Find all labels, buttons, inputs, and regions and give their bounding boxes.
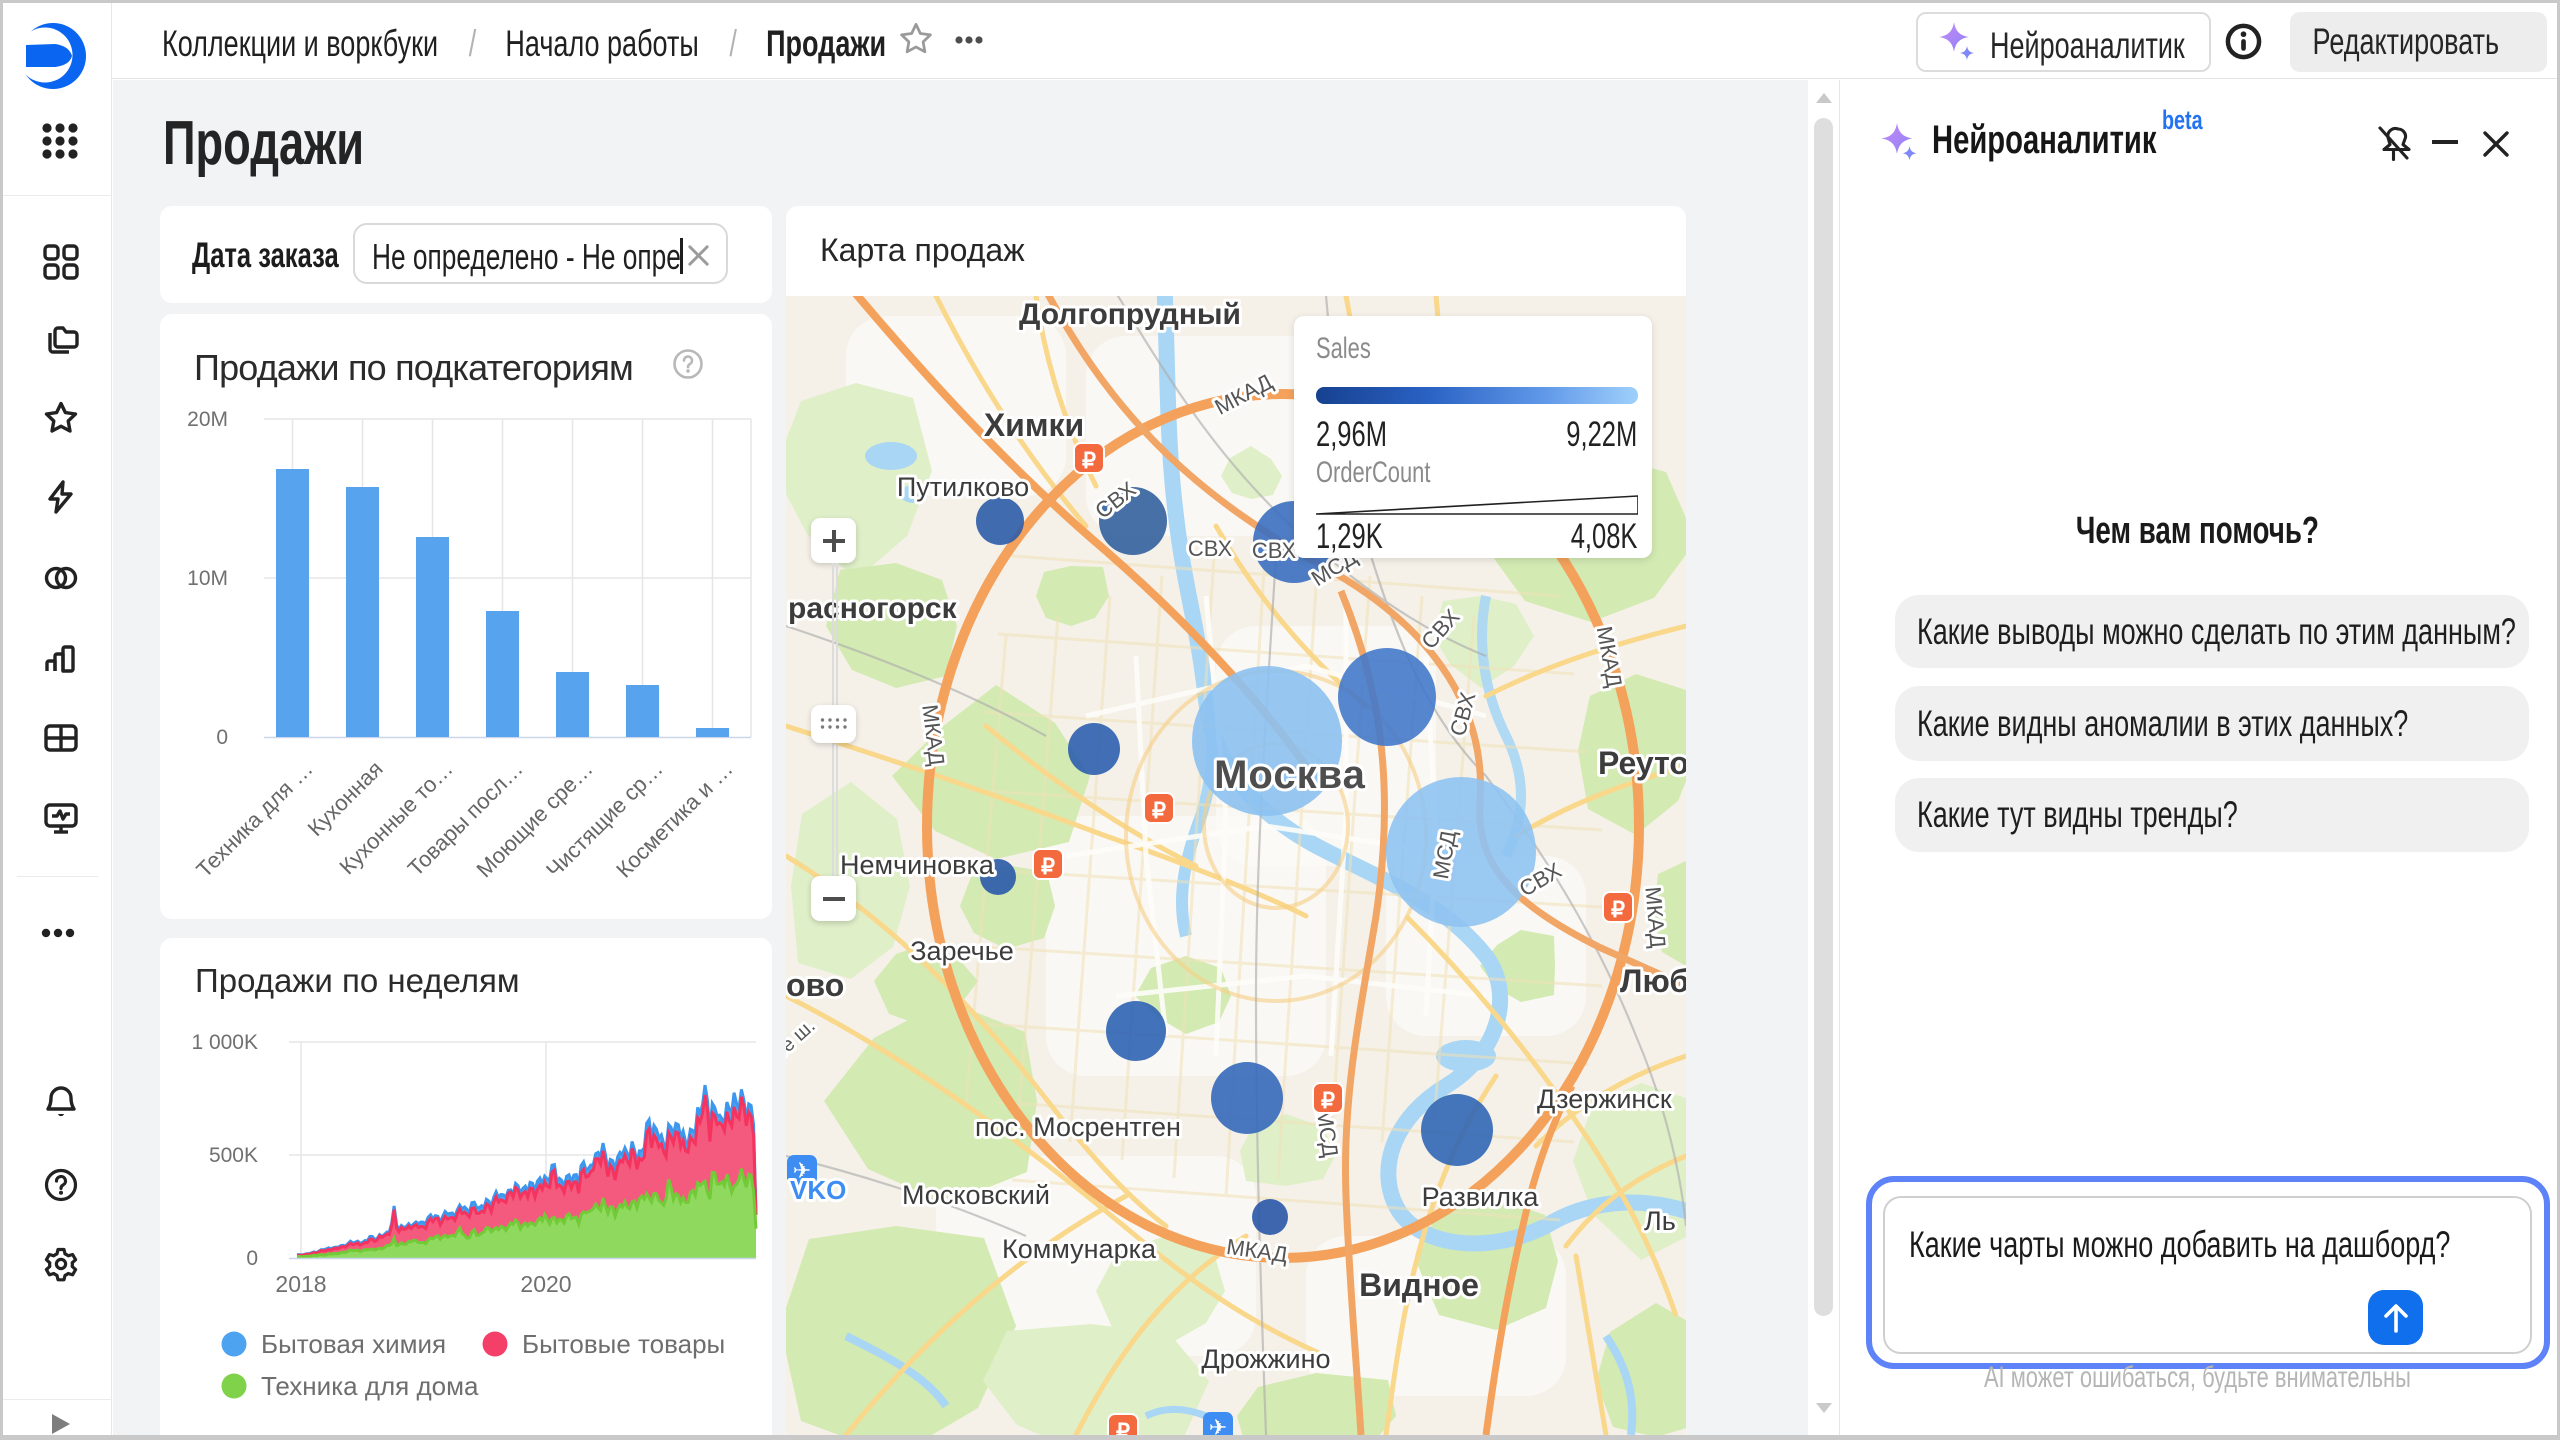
svg-text:₽: ₽ bbox=[1152, 798, 1166, 823]
svg-text:Химки: Химки bbox=[984, 407, 1084, 443]
svg-text:СВХ: СВХ bbox=[1188, 536, 1233, 561]
svg-text:₽: ₽ bbox=[1082, 448, 1096, 473]
svg-text:Видное: Видное bbox=[1359, 1267, 1479, 1303]
svg-text:Бытовые товары: Бытовые товары bbox=[522, 1329, 725, 1359]
svg-text:Немчиновка: Немчиновка bbox=[840, 850, 995, 880]
svg-text:2020: 2020 bbox=[520, 1271, 571, 1297]
svg-text:Техника для дома: Техника для дома bbox=[261, 1371, 479, 1401]
svg-text:СВХ: СВХ bbox=[1252, 538, 1297, 563]
svg-text:Люб: Люб bbox=[1620, 963, 1686, 999]
svg-text:Ль: Ль bbox=[1644, 1206, 1676, 1236]
svg-text:₽: ₽ bbox=[1116, 1419, 1130, 1435]
svg-text:Заречье: Заречье bbox=[910, 936, 1014, 966]
svg-text:VKO: VKO bbox=[790, 1175, 846, 1205]
svg-text:0: 0 bbox=[246, 1247, 258, 1270]
svg-text:Дрожжино: Дрожжино bbox=[1201, 1344, 1330, 1374]
svg-text:20M: 20M bbox=[187, 408, 228, 431]
svg-text:Москва: Москва bbox=[1214, 753, 1366, 797]
svg-text:пос. Мосрентген: пос. Мосрентген bbox=[975, 1112, 1181, 1142]
svg-text:Коммунарка: Коммунарка bbox=[1002, 1234, 1157, 1264]
svg-text:МКАД: МКАД bbox=[1640, 886, 1670, 949]
svg-text:₽: ₽ bbox=[1041, 854, 1055, 879]
svg-text:₽: ₽ bbox=[1611, 897, 1625, 922]
svg-text:Дзержинск: Дзержинск bbox=[1537, 1084, 1672, 1114]
svg-text:Путилково: Путилково bbox=[897, 472, 1029, 502]
svg-text:Бытовая химия: Бытовая химия bbox=[261, 1329, 446, 1359]
svg-text:Реутов: Реутов bbox=[1598, 745, 1686, 781]
svg-text:500K: 500K bbox=[209, 1144, 258, 1167]
svg-text:2018: 2018 bbox=[275, 1271, 326, 1297]
svg-text:Московский: Московский bbox=[902, 1180, 1050, 1210]
svg-text:10M: 10M bbox=[187, 567, 228, 590]
svg-text:₽: ₽ bbox=[1321, 1088, 1335, 1113]
svg-text:Долгопрудный: Долгопрудный bbox=[1019, 298, 1241, 331]
svg-text:ово: ово bbox=[786, 967, 844, 1003]
svg-text:расногорск: расногорск bbox=[788, 592, 958, 625]
svg-text:0: 0 bbox=[216, 726, 228, 749]
svg-text:✈: ✈ bbox=[1209, 1415, 1227, 1435]
svg-text:1 000K: 1 000K bbox=[191, 1031, 258, 1054]
svg-text:Развилка: Развилка bbox=[1422, 1182, 1540, 1212]
